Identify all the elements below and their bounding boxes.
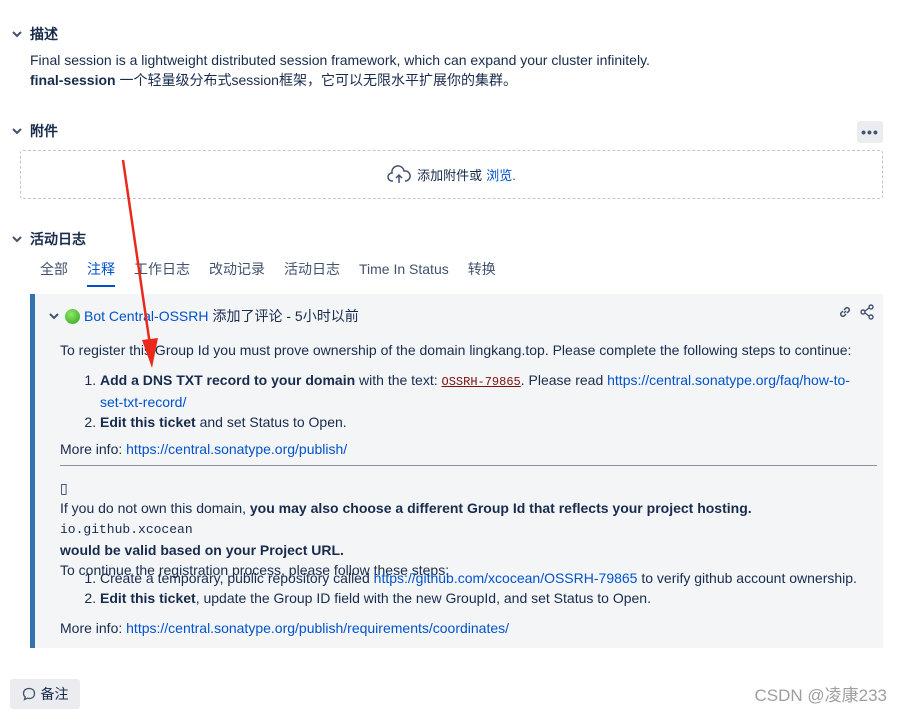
comment-actions bbox=[837, 304, 875, 320]
avatar bbox=[65, 308, 80, 324]
tab-comments[interactable]: 注释 bbox=[87, 258, 115, 287]
dropzone-text: 添加附件或 bbox=[417, 168, 483, 183]
tab-activity[interactable]: 活动日志 bbox=[284, 258, 340, 284]
cloud-upload-icon bbox=[387, 164, 412, 183]
description-chinese-text: 一个轻量级分布式session框架，它可以无限水平扩展你的集群。 bbox=[115, 72, 517, 88]
list-item: Create a temporary, public repository ca… bbox=[100, 568, 880, 588]
link-icon[interactable] bbox=[837, 304, 853, 320]
comment-meta: 添加了评论 - 5小时以前 bbox=[212, 308, 359, 324]
comment-card: Bot Central-OSSRH 添加了评论 - 5小时以前 To regis… bbox=[30, 294, 883, 648]
coordinates-link[interactable]: https://central.sonatype.org/publish/req… bbox=[126, 620, 509, 636]
publish-link[interactable]: https://central.sonatype.org/publish/ bbox=[126, 441, 347, 457]
tab-work-log[interactable]: 工作日志 bbox=[134, 258, 190, 284]
alt-groupid: io.github.xcocean bbox=[60, 522, 193, 537]
step2-text: and set Status to Open. bbox=[195, 414, 347, 430]
alt-step2-bold: Edit this ticket bbox=[100, 590, 196, 606]
step1-bold: Add a DNS TXT record to your domain bbox=[100, 372, 356, 388]
more-info-label: More info: bbox=[60, 620, 127, 636]
project-name: final-session bbox=[30, 72, 116, 88]
list-item: Edit this ticket and set Status to Open. bbox=[100, 412, 860, 432]
speech-bubble-icon bbox=[22, 687, 35, 701]
alt-step1-after: to verify github account ownership. bbox=[637, 570, 857, 586]
watermark: CSDN @凌康233 bbox=[754, 686, 887, 705]
step1-text: with the text: bbox=[355, 372, 442, 388]
chevron-down-icon[interactable] bbox=[47, 309, 61, 323]
description-title: 描述 bbox=[30, 26, 58, 42]
chevron-down-icon[interactable] bbox=[10, 232, 24, 246]
attachments-more-button[interactable]: ••• bbox=[857, 121, 883, 143]
more-info-line-2: More info: https://central.sonatype.org/… bbox=[60, 618, 509, 638]
tab-time-in-status[interactable]: Time In Status bbox=[359, 258, 449, 284]
attachments-section-header[interactable]: 附件 bbox=[10, 121, 58, 141]
note-button-label: 备注 bbox=[40, 686, 69, 702]
step2-bold: Edit this ticket bbox=[100, 414, 196, 430]
attachment-dropzone[interactable]: 添加附件或 浏览. bbox=[20, 150, 883, 199]
alt-steps: Create a temporary, public repository ca… bbox=[60, 568, 880, 608]
alt-step2-text: , update the Group ID field with the new… bbox=[195, 590, 651, 606]
activity-tabs: 全部 注释 工作日志 改动记录 活动日志 Time In Status 转换 bbox=[40, 258, 515, 287]
github-repo-link[interactable]: https://github.com/xcocean/OSSRH-79865 bbox=[374, 570, 638, 586]
activity-section-header[interactable]: 活动日志 bbox=[10, 229, 86, 249]
tab-transitions[interactable]: 转换 bbox=[468, 258, 496, 284]
txt-record-code: OSSRH-79865 bbox=[441, 375, 521, 389]
add-note-button[interactable]: 备注 bbox=[10, 679, 80, 709]
alt-text: If you do not own this domain, bbox=[60, 500, 250, 516]
comment-author-link[interactable]: Bot Central-OSSRH bbox=[84, 308, 208, 324]
attachments-title: 附件 bbox=[30, 123, 58, 139]
browse-link[interactable]: 浏览. bbox=[486, 165, 516, 184]
divider bbox=[60, 465, 877, 466]
comment-steps: Add a DNS TXT record to your domain with… bbox=[60, 370, 860, 432]
more-info-line: More info: https://central.sonatype.org/… bbox=[60, 439, 347, 459]
chevron-down-icon[interactable] bbox=[10, 27, 24, 41]
activity-title: 活动日志 bbox=[30, 231, 86, 247]
list-item: Add a DNS TXT record to your domain with… bbox=[100, 370, 860, 412]
description-line-chinese: final-session 一个轻量级分布式session框架，它可以无限水平扩… bbox=[30, 70, 517, 90]
alt-step1-text: Create a temporary, public repository ca… bbox=[100, 570, 374, 586]
comment-header: Bot Central-OSSRH 添加了评论 - 5小时以前 bbox=[47, 306, 359, 326]
placeholder-glyph: ▯ bbox=[60, 480, 68, 496]
alt-bold: you may also choose a different Group Id… bbox=[249, 500, 752, 516]
tab-all[interactable]: 全部 bbox=[40, 258, 68, 284]
more-info-label: More info: bbox=[60, 441, 127, 457]
step1-after: . Please read bbox=[520, 372, 608, 388]
share-icon[interactable] bbox=[859, 304, 875, 320]
alt-bold-2: would be valid based on your Project URL… bbox=[60, 542, 344, 558]
tab-history[interactable]: 改动记录 bbox=[209, 258, 265, 284]
list-item: Edit this ticket, update the Group ID fi… bbox=[100, 588, 880, 608]
chevron-down-icon[interactable] bbox=[10, 124, 24, 138]
description-section-header[interactable]: 描述 bbox=[10, 24, 58, 44]
description-line-english: Final session is a lightweight distribut… bbox=[30, 52, 650, 68]
comment-intro: To register this Group Id you must prove… bbox=[60, 342, 852, 358]
